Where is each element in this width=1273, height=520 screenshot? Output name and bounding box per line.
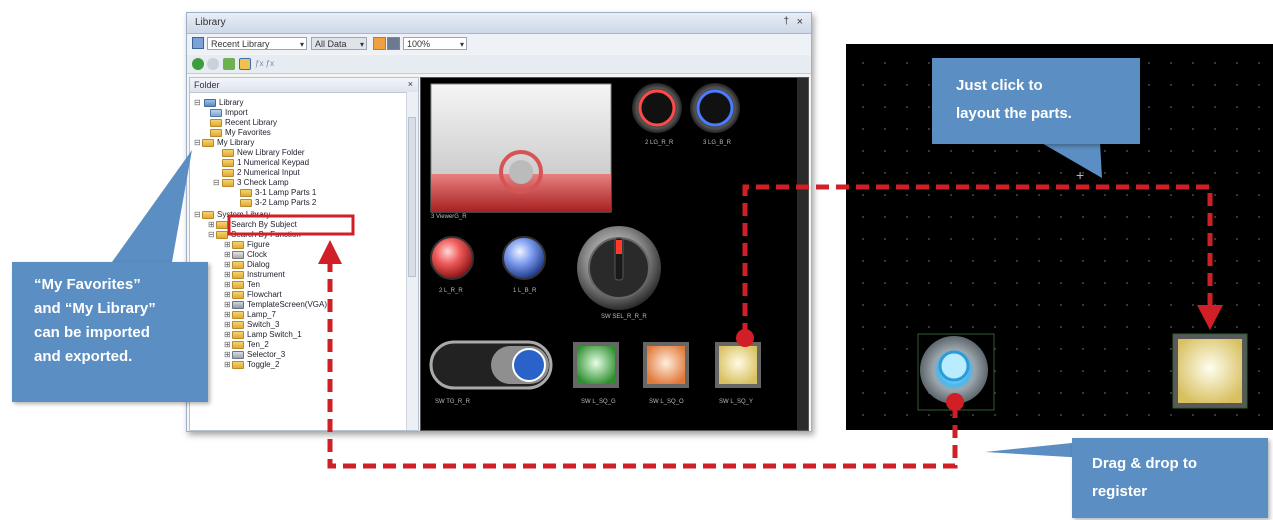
tree-item-recent-library[interactable]: Recent Library <box>210 118 277 128</box>
red-ring-part[interactable] <box>632 83 682 133</box>
tree-item-lamp-parts-2[interactable]: 3-2 Lamp Parts 2 <box>240 198 316 208</box>
add-icon[interactable] <box>192 58 204 70</box>
tree-item-numerical-keypad[interactable]: 1 Numerical Keypad <box>222 158 309 168</box>
folder-scrollbar[interactable] <box>406 92 418 430</box>
tree-item-lamp-parts-1[interactable]: 3-1 Lamp Parts 1 <box>240 188 316 198</box>
library-toolbar: Recent Library ▾ All Data ▾ 100% ▾ <box>187 34 811 54</box>
tree-item-ten[interactable]: ⊞ Ten <box>224 280 260 290</box>
tree-item-clock[interactable]: ⊞ Clock <box>224 250 267 260</box>
red-lamp-part[interactable] <box>430 236 474 280</box>
library-select[interactable]: Recent Library ▾ <box>207 37 307 50</box>
part-label-blue-lamp: 1 L_B_R <box>513 288 537 294</box>
placed-blue-lamp[interactable] <box>917 333 995 411</box>
parts-gallery: 3 ViewerG_R 2 LG_R_R 3 LG_B_R 2 L_R_R 1 … <box>420 77 809 431</box>
library-titlebar: Library † × <box>187 13 811 34</box>
left-callout-pointer <box>112 150 192 262</box>
selector-switch-part[interactable] <box>577 226 661 310</box>
tree-item-my-library[interactable]: ⊟ My Library <box>194 138 254 148</box>
small-icon-view-button[interactable] <box>387 37 400 50</box>
folder-pane: Folder × ⊟ Library Import Recent Library … <box>189 77 419 431</box>
tree-item-ten-2[interactable]: ⊞ Ten_2 <box>224 340 269 350</box>
tree-item-template-screen[interactable]: ⊞ TemplateScreen(VGA) <box>224 300 327 310</box>
tree-item-library[interactable]: ⊟ Library <box>194 98 243 108</box>
tree-item-search-by-function[interactable]: ⊟ Search By Function <box>208 230 301 240</box>
tree-item-numerical-input[interactable]: 2 Numerical Input <box>222 168 300 178</box>
library-select-value: Recent Library <box>211 39 270 49</box>
tree-item-switch-3[interactable]: ⊞ Switch_3 <box>224 320 279 330</box>
function-icon[interactable]: ƒx ƒx <box>255 58 289 70</box>
import-icon[interactable] <box>223 58 235 70</box>
part-label-orange-square: SW L_SQ_O <box>649 399 684 405</box>
part-label-viewer: 3 ViewerG_R <box>431 214 467 220</box>
blue-lamp-part[interactable] <box>502 236 546 280</box>
tree-item-selector-3[interactable]: ⊞ Selector_3 <box>224 350 285 360</box>
tree-item-figure[interactable]: ⊞ Figure <box>224 240 270 250</box>
refresh-icon[interactable] <box>207 58 219 70</box>
data-filter-value: All Data <box>315 39 347 49</box>
pin-icon[interactable]: † <box>783 16 789 27</box>
tree-item-system-library[interactable]: ⊟ System Library <box>194 210 270 220</box>
tree-item-instrument[interactable]: ⊞ Instrument <box>224 270 285 280</box>
part-label-toggle: SW TG_R_R <box>435 399 471 405</box>
tree-item-lamp-7[interactable]: ⊞ Lamp_7 <box>224 310 276 320</box>
yellow-square-lamp-part[interactable] <box>715 342 761 388</box>
blue-ring-part[interactable] <box>690 83 740 133</box>
callout-layout: Just click to layout the parts. <box>932 58 1140 144</box>
viewer-part[interactable] <box>430 83 612 213</box>
tree-item-flowchart[interactable]: ⊞ Flowchart <box>224 290 282 300</box>
part-label-yellow-square: SW L_SQ_Y <box>719 399 753 405</box>
callout-favorites: “My Favorites” and “My Library” can be i… <box>12 262 208 402</box>
part-label-blue-ring: 3 LG_B_R <box>703 140 732 146</box>
callout-register: Drag & drop to register <box>1072 438 1268 518</box>
library-title: Library <box>195 17 226 28</box>
tree-item-toggle-2[interactable]: ⊞ Toggle_2 <box>224 360 279 370</box>
tree-item-search-by-subject[interactable]: ⊞ Search By Subject <box>208 220 297 230</box>
parts-gallery-art: 3 ViewerG_R 2 LG_R_R 3 LG_B_R 2 L_R_R 1 … <box>429 78 808 430</box>
data-filter-select[interactable]: All Data ▾ <box>311 37 367 50</box>
large-icon-view-button[interactable] <box>373 37 386 50</box>
toggle-switch-part[interactable] <box>429 340 553 390</box>
placed-yellow-lamp[interactable] <box>1172 333 1248 409</box>
folder-action-icon[interactable] <box>239 58 251 70</box>
chevron-down-icon: ▾ <box>299 40 304 49</box>
green-square-lamp-part[interactable] <box>573 342 619 388</box>
tree-item-import[interactable]: Import <box>210 108 248 118</box>
chevron-down-icon: ▾ <box>359 40 364 49</box>
tree-item-check-lamp[interactable]: ⊟ 3 Check Lamp <box>213 178 289 188</box>
library-action-toolbar: ƒx ƒx <box>187 55 811 74</box>
close-icon[interactable]: × <box>408 79 413 89</box>
library-window: Library † × Recent Library ▾ All Data ▾ … <box>186 12 812 432</box>
scrollbar-thumb[interactable] <box>408 117 416 277</box>
parts-scrollbar[interactable] <box>797 78 808 430</box>
tree-item-lamp-switch-1[interactable]: ⊞ Lamp Switch_1 <box>224 330 302 340</box>
tree-item-my-favorites[interactable]: My Favorites <box>210 128 271 138</box>
folder-pane-header: Folder × <box>190 78 418 93</box>
chevron-down-icon: ▾ <box>459 40 464 49</box>
tree-item-dialog[interactable]: ⊞ Dialog <box>224 260 270 270</box>
orange-square-lamp-part[interactable] <box>643 342 689 388</box>
part-label-red-lamp: 2 L_R_R <box>439 288 463 294</box>
part-label-selector: SW SEL_R_R_R <box>601 314 647 320</box>
folder-pane-title: Folder <box>194 80 220 90</box>
part-label-red-ring: 2 LG_R_R <box>645 140 674 146</box>
part-label-green-square: SW L_SQ_G <box>581 399 616 405</box>
zoom-select[interactable]: 100% ▾ <box>403 37 467 50</box>
crosshair-icon: + <box>1076 167 1084 183</box>
library-icon <box>192 37 204 49</box>
zoom-value: 100% <box>407 39 431 49</box>
tree-item-new-library-folder[interactable]: New Library Folder <box>222 148 305 158</box>
close-icon[interactable]: × <box>797 16 803 28</box>
